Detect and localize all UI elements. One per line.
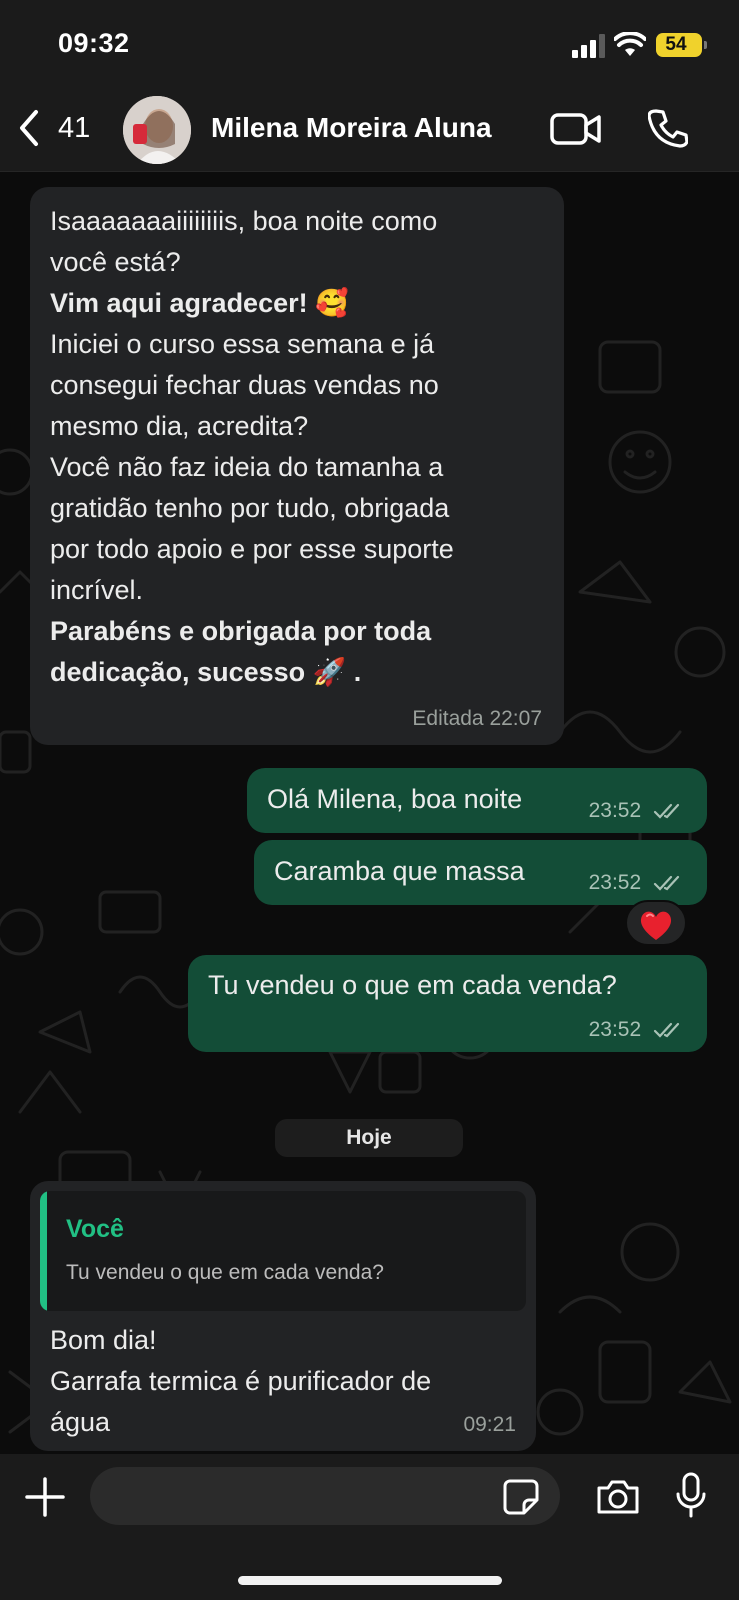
message-line: Garrafa termica é purificador de: [50, 1366, 432, 1396]
message-line: gratidão tenho por tudo, obrigada: [50, 493, 450, 523]
message-line: consegui fechar duas vendas no: [50, 370, 439, 400]
message-time: 09:21: [463, 1413, 516, 1436]
message-time: 23:52: [589, 799, 685, 823]
message-line: você está?: [50, 247, 181, 277]
home-indicator[interactable]: [238, 1576, 502, 1585]
microphone-icon[interactable]: [676, 1472, 706, 1520]
message-time: 23:52: [589, 871, 685, 895]
plus-icon[interactable]: [24, 1476, 66, 1518]
heart-reaction[interactable]: [625, 900, 687, 946]
message-time: 23:52: [589, 1018, 685, 1042]
message-line: Isaaaaaaaiiiiiiiis, boa noite como: [50, 206, 438, 236]
outgoing-message[interactable]: Olá Milena, boa noite 23:52: [247, 768, 707, 833]
message-input[interactable]: [90, 1467, 560, 1525]
message-line: mesmo dia, acredita?: [50, 411, 309, 441]
message-line: Bom dia!: [50, 1325, 157, 1355]
message-line: Vim aqui agradecer! 🥰: [50, 288, 349, 318]
message-text: Caramba que massa: [274, 856, 525, 886]
quote-text: Tu vendeu o que em cada venda?: [66, 1261, 384, 1284]
cellular-signal-icon: [572, 34, 605, 58]
input-bar: [0, 1454, 739, 1600]
incoming-reply-message[interactable]: Você Tu vendeu o que em cada venda? Bom …: [30, 1181, 536, 1451]
message-meta: Editada 22:07: [412, 707, 542, 730]
message-line: Você não faz ideia do tamanha a: [50, 452, 444, 482]
quoted-message[interactable]: Você Tu vendeu o que em cada venda?: [40, 1191, 526, 1311]
quote-accent-bar: [40, 1191, 47, 1311]
battery-indicator: 54: [656, 33, 707, 57]
sticker-icon[interactable]: [502, 1478, 540, 1516]
message-body: Bom dia! Garrafa termica é purificador d…: [50, 1320, 530, 1443]
phone-call-icon[interactable]: [648, 108, 688, 148]
message-text: Olá Milena, boa noite: [267, 784, 523, 814]
message-line: dedicação, sucesso 🚀 .: [50, 657, 362, 687]
incoming-message[interactable]: Isaaaaaaaiiiiiiiis, boa noite como você …: [30, 187, 564, 745]
avatar[interactable]: [123, 96, 191, 164]
message-line: por todo apoio e por esse suporte: [50, 534, 454, 564]
outgoing-message[interactable]: Caramba que massa 23:52: [254, 840, 707, 905]
quote-author: Você: [66, 1215, 124, 1243]
message-line: Parabéns e obrigada por toda: [50, 616, 432, 646]
status-time: 09:32: [58, 28, 130, 58]
time-label: 23:52: [588, 1018, 642, 1041]
status-bar: 09:32 54: [0, 0, 739, 90]
unread-count[interactable]: 41: [58, 112, 90, 145]
day-separator: Hoje: [275, 1119, 463, 1157]
battery-level: 54: [665, 34, 687, 55]
video-call-icon[interactable]: [550, 112, 602, 146]
camera-icon[interactable]: [595, 1478, 641, 1516]
avatar-photo: [123, 96, 191, 164]
message-line: Iniciei o curso essa semana e já: [50, 329, 435, 359]
chat-header: 41 Milena Moreira Aluna: [0, 90, 739, 172]
message-body: Isaaaaaaaiiiiiiiis, boa noite como você …: [50, 201, 560, 693]
read-ticks-icon: [653, 876, 680, 892]
outgoing-message[interactable]: Tu vendeu o que em cada venda? 23:52: [188, 955, 707, 1052]
message-line: água: [50, 1407, 111, 1437]
read-ticks-icon: [653, 804, 680, 820]
message-text: Tu vendeu o que em cada venda?: [208, 970, 617, 1000]
message-line: incrível.: [50, 575, 144, 605]
read-ticks-icon: [653, 1023, 680, 1039]
time-label: 23:52: [588, 799, 642, 822]
contact-name[interactable]: Milena Moreira Aluna: [211, 112, 492, 144]
heart-icon: [640, 911, 672, 940]
back-chevron-icon[interactable]: [14, 108, 46, 148]
wifi-icon: [614, 32, 646, 56]
time-label: 23:52: [588, 871, 642, 894]
